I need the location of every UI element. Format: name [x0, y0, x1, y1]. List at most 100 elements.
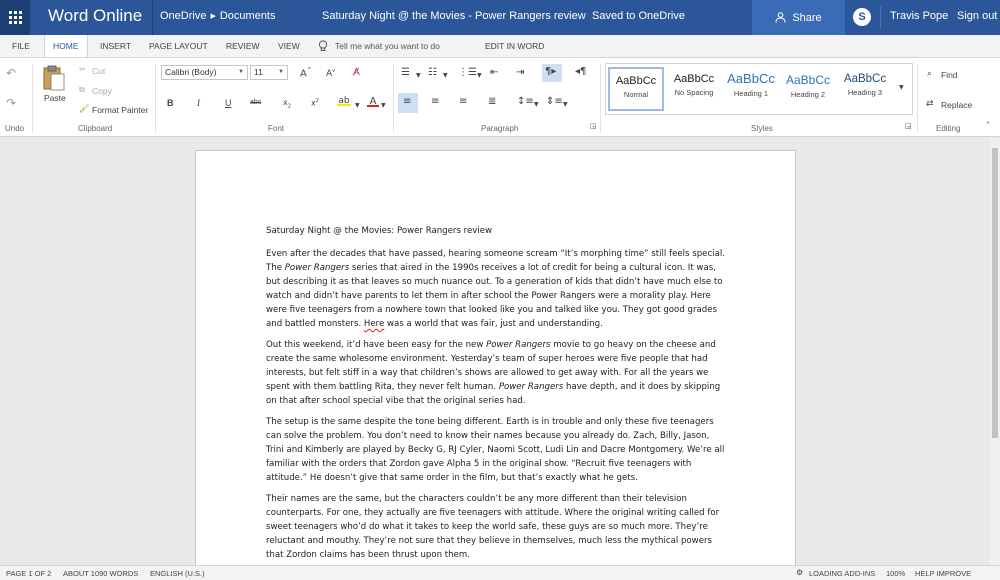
share-button[interactable]: Share — [752, 0, 845, 35]
align-center-icon[interactable]: ≡ — [431, 96, 439, 107]
tab-file[interactable]: FILE — [4, 35, 38, 57]
chevron-down-icon[interactable]: ▼ — [443, 72, 448, 79]
style-name: Normal — [623, 90, 649, 99]
scrollbar-thumb[interactable] — [992, 148, 998, 438]
chevron-down-icon[interactable]: ▼ — [477, 72, 482, 79]
superscript-icon[interactable]: x2 — [311, 98, 319, 108]
paragraph-4: Their names are the same, but the charac… — [266, 494, 720, 560]
style-name: Heading 3 — [847, 88, 883, 97]
replace-button[interactable]: Replace — [941, 100, 972, 110]
tab-home[interactable]: HOME — [44, 35, 88, 58]
align-left-icon[interactable]: ≡ — [403, 96, 411, 107]
multilevel-list-icon[interactable]: ⋮☰ — [458, 67, 477, 78]
format-painter-icon: 🖌 — [79, 104, 90, 113]
document-title[interactable]: Saturday Night @ the Movies - Power Rang… — [322, 10, 586, 22]
font-name-combo[interactable]: Calibri (Body) ▼ — [161, 65, 248, 80]
addins-icon: ⚙ — [796, 568, 804, 577]
tab-view[interactable]: VIEW — [270, 35, 308, 57]
styles-more-chevron-icon[interactable]: ▼ — [899, 84, 904, 91]
group-separator — [393, 64, 394, 132]
group-separator — [600, 64, 601, 132]
breadcrumb-documents[interactable]: Documents — [220, 10, 276, 22]
bold-icon[interactable]: B — [167, 98, 174, 108]
undo-icon[interactable]: ↶ — [6, 66, 16, 80]
zoom-level[interactable]: 100% — [886, 569, 905, 578]
increase-indent-icon[interactable]: ⇥ — [516, 67, 524, 78]
tab-page-layout[interactable]: PAGE LAYOUT — [141, 35, 216, 57]
style-preview: AaBbCc — [727, 71, 775, 86]
breadcrumb-arrow-icon: ▶ — [210, 13, 216, 20]
paste-button[interactable]: Paste — [44, 93, 66, 103]
chevron-down-icon[interactable]: ▼ — [416, 72, 421, 79]
style-preview: AaBbCc — [673, 73, 715, 85]
help-improve-link[interactable]: HELP IMPROVE OFFICE — [915, 569, 1000, 580]
title-bar: Word Online OneDrive ▶ Documents Saturday … — [0, 0, 1000, 35]
chevron-down-icon: ▼ — [278, 69, 284, 75]
style-name: Heading 2 — [790, 90, 826, 99]
tell-me-input[interactable]: Tell me what you want to do — [335, 35, 440, 57]
style-no-spacing[interactable]: AaBbCc No Spacing — [666, 67, 722, 111]
style-name: No Spacing — [674, 88, 714, 97]
tab-edit-in-word[interactable]: EDIT IN WORD — [477, 35, 552, 57]
share-label: Share — [792, 11, 822, 24]
subscript-icon[interactable]: x2 — [283, 98, 291, 110]
bullets-icon[interactable]: ☰ — [401, 67, 410, 78]
justify-icon[interactable]: ≣ — [488, 96, 496, 107]
sign-out-link[interactable]: Sign out — [957, 10, 997, 22]
document-body[interactable]: Saturday Night @ the Movies: Power Range… — [266, 224, 728, 565]
clear-formatting-icon[interactable]: A̸ — [353, 67, 360, 78]
numbering-icon[interactable]: ☷ — [428, 67, 437, 78]
chevron-down-icon[interactable]: ▼ — [563, 101, 568, 108]
align-right-icon[interactable]: ≡ — [459, 96, 467, 107]
document-heading: Saturday Night @ the Movies: Power Range… — [266, 226, 493, 236]
language[interactable]: ENGLISH (U.S.) — [150, 569, 205, 578]
styles-dialog-launcher-icon[interactable]: ◲ — [905, 122, 912, 130]
chevron-down-icon: ▼ — [238, 69, 244, 75]
user-name[interactable]: Travis Pope — [890, 10, 948, 22]
copy-button[interactable]: Copy — [92, 86, 112, 96]
shrink-font-icon[interactable]: Av — [326, 68, 335, 79]
paste-icon[interactable] — [42, 64, 66, 92]
font-size-combo[interactable]: 11 ▼ — [250, 65, 288, 80]
font-name-value: Calibri (Body) — [165, 67, 217, 77]
vertical-scrollbar[interactable] — [990, 138, 1000, 565]
cut-button[interactable]: Cut — [92, 66, 105, 76]
decrease-indent-icon[interactable]: ⇤ — [490, 67, 498, 78]
style-normal[interactable]: AaBbCc Normal — [608, 67, 664, 111]
font-size-value: 11 — [254, 67, 263, 77]
style-heading-2[interactable]: AaBbCc Heading 2 — [780, 67, 836, 111]
right-to-left-icon[interactable]: ◂¶ — [575, 66, 586, 77]
style-heading-3[interactable]: AaBbCc Heading 3 — [837, 67, 893, 111]
share-person-icon — [775, 12, 786, 23]
highlight-icon[interactable]: ab — [337, 96, 351, 106]
group-label-editing: Editing — [936, 124, 961, 133]
font-color-icon[interactable]: A — [367, 96, 379, 107]
redo-icon[interactable]: ↷ — [6, 96, 16, 110]
chevron-down-icon[interactable]: ▼ — [381, 102, 386, 109]
breadcrumb-onedrive[interactable]: OneDrive — [160, 10, 206, 22]
italic-icon[interactable]: I — [197, 98, 200, 108]
chevron-down-icon[interactable]: ▼ — [534, 101, 539, 108]
skype-icon[interactable]: S — [853, 8, 871, 26]
paragraph-spacing-icon[interactable]: ⇕≡ — [546, 96, 563, 107]
grow-font-icon[interactable]: A^ — [300, 67, 312, 79]
strikethrough-icon[interactable]: abc — [250, 99, 261, 106]
collapse-ribbon-icon[interactable]: ˄ — [986, 121, 990, 130]
tab-insert[interactable]: INSERT — [92, 35, 139, 57]
underline-icon[interactable]: U — [225, 98, 232, 108]
line-spacing-icon[interactable]: ↕≡ — [517, 96, 534, 107]
app-name[interactable]: Word Online — [48, 6, 142, 26]
ribbon-tabs: FILE HOME INSERT PAGE LAYOUT REVIEW VIEW… — [0, 35, 1000, 58]
document-page[interactable]: Saturday Night @ the Movies: Power Range… — [195, 150, 796, 565]
find-button[interactable]: Find — [941, 70, 958, 80]
copy-icon: ⧉ — [79, 85, 85, 94]
group-label-styles: Styles — [751, 124, 773, 133]
tab-review[interactable]: REVIEW — [218, 35, 268, 57]
left-to-right-icon[interactable]: ¶▸ — [545, 66, 556, 77]
chevron-down-icon[interactable]: ▼ — [355, 102, 360, 109]
paragraph-dialog-launcher-icon[interactable]: ◲ — [590, 122, 597, 130]
app-launcher-button[interactable] — [0, 0, 30, 35]
document-canvas[interactable]: Saturday Night @ the Movies: Power Range… — [0, 138, 990, 565]
style-heading-1[interactable]: AaBbCc Heading 1 — [723, 67, 779, 111]
format-painter-button[interactable]: Format Painter — [92, 105, 148, 115]
